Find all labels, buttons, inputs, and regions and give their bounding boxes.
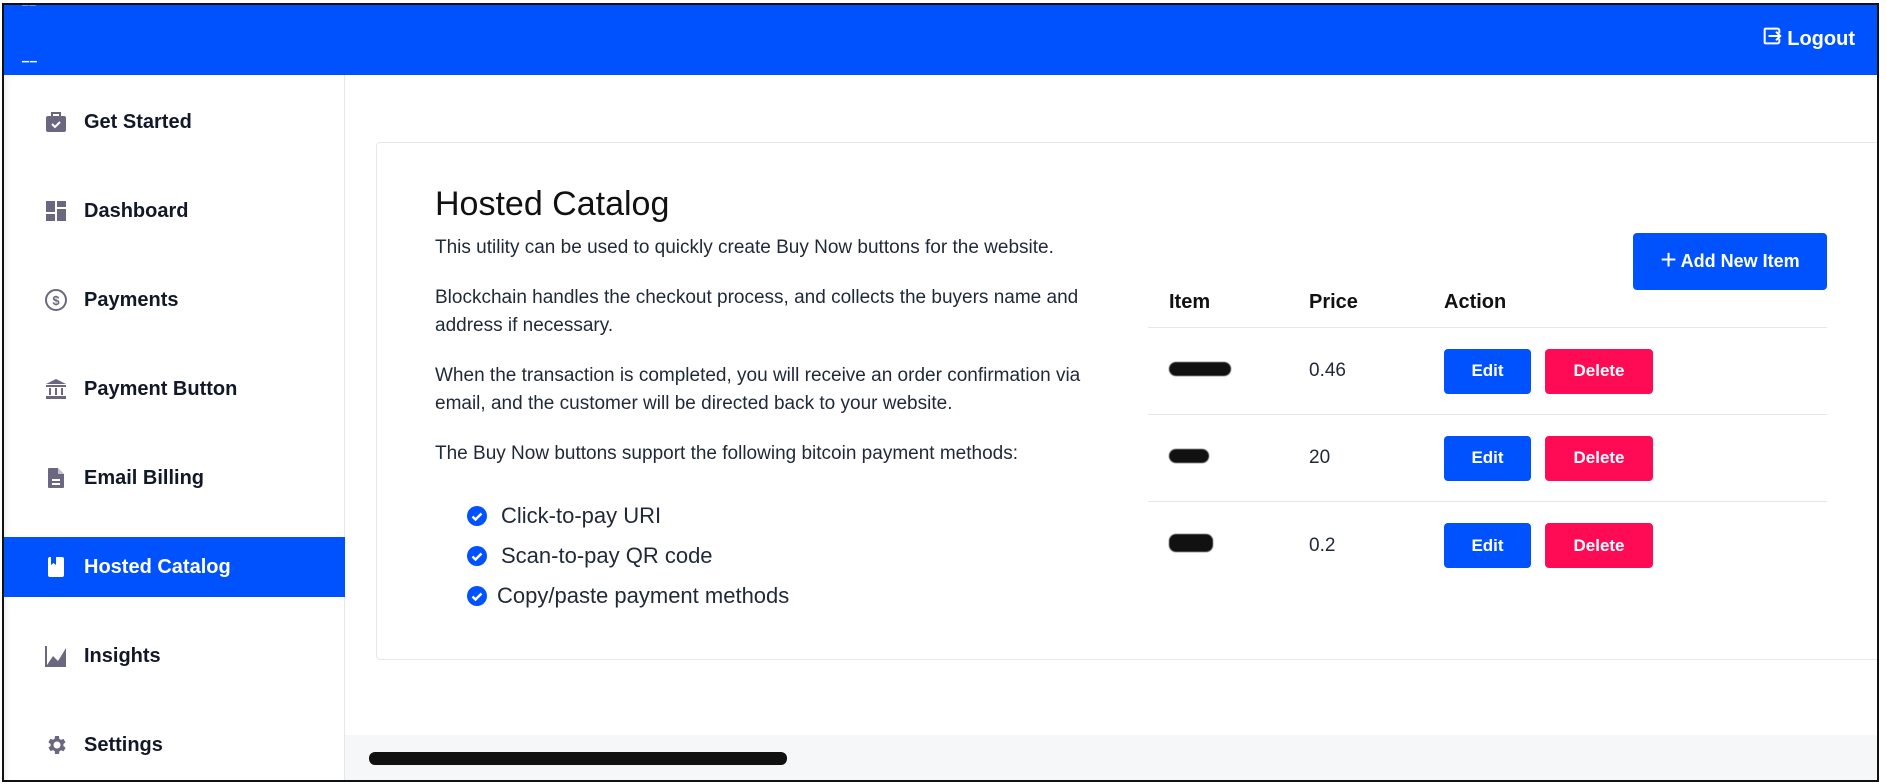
table-row: 0.2 Edit Delete <box>1148 502 1827 589</box>
payment-method-item: Scan-to-pay QR code <box>467 536 789 576</box>
payment-method-label: Click-to-pay URI <box>501 503 662 528</box>
sidebar-item-email-billing[interactable]: Email Billing <box>4 448 345 508</box>
methods-intro-paragraph: The Buy Now buttons support the followin… <box>435 443 1018 464</box>
table-header: Item Price Action <box>1148 278 1827 328</box>
table-row: 0.46 Edit Delete <box>1148 328 1827 415</box>
sidebar-item-label: Payment Button <box>84 377 238 400</box>
main-content: Hosted Catalog This utility can be used … <box>345 75 1877 780</box>
plus-icon: + <box>1660 243 1677 275</box>
sidebar-item-hosted-catalog[interactable]: Hosted Catalog <box>4 537 345 597</box>
check-circle-icon <box>467 506 487 526</box>
logout-icon <box>1761 25 1783 53</box>
confirmation-paragraph: When the transaction is completed, you w… <box>435 365 1081 414</box>
item-name <box>1148 447 1309 469</box>
logout-label: Logout <box>1787 27 1855 50</box>
edit-button[interactable]: Edit <box>1444 435 1531 481</box>
redacted-item-name <box>1169 362 1231 376</box>
sidebar-item-label: Hosted Catalog <box>84 555 231 578</box>
delete-button[interactable]: Delete <box>1545 523 1653 568</box>
item-price: 0.46 <box>1309 360 1346 381</box>
check-circle-icon <box>467 546 487 566</box>
sidebar-item-label: Dashboard <box>84 199 189 222</box>
table-row: 20 Edit Delete <box>1148 415 1827 502</box>
sidebar-item-dashboard[interactable]: Dashboard <box>4 181 345 241</box>
hosted-catalog-card: Hosted Catalog This utility can be used … <box>376 142 1877 660</box>
dollar-circle-icon: $ <box>44 288 68 312</box>
top-left-mark-lower: ▁▁ <box>22 52 38 62</box>
column-header-item: Item <box>1169 291 1211 313</box>
document-icon <box>44 466 68 490</box>
row-actions: Edit Delete <box>1444 523 1827 568</box>
dashboard-icon <box>44 199 68 223</box>
add-new-item-label: Add New Item <box>1680 251 1800 271</box>
column-header-price: Price <box>1309 291 1358 313</box>
payment-method-item: Click-to-pay URI <box>467 496 789 536</box>
redacted-item-name <box>1169 449 1209 463</box>
top-left-mark: ▀▀ <box>22 3 37 10</box>
sidebar-item-label: Payments <box>84 288 179 311</box>
sidebar-item-label: Email Billing <box>84 466 205 489</box>
sidebar-item-payment-button[interactable]: Payment Button <box>4 359 345 419</box>
item-name <box>1148 360 1309 382</box>
sidebar-item-insights[interactable]: Insights <box>4 626 345 686</box>
check-circle-icon <box>467 586 487 606</box>
gear-icon <box>44 733 68 757</box>
column-header-action: Action <box>1444 291 1507 313</box>
sidebar-item-label: Insights <box>84 644 161 667</box>
footer <box>345 735 1877 780</box>
sidebar-item-label: Get Started <box>84 110 192 133</box>
sidebar-item-payments[interactable]: $ Payments <box>4 270 345 330</box>
sidebar-item-get-started[interactable]: Get Started <box>4 92 345 152</box>
payment-methods-list: Click-to-pay URI Scan-to-pay QR code Cop… <box>467 496 789 616</box>
edit-button[interactable]: Edit <box>1444 523 1531 568</box>
bank-icon <box>44 377 68 401</box>
checkout-paragraph: Blockchain handles the checkout process,… <box>435 287 1079 336</box>
sidebar-item-settings[interactable]: Settings <box>4 715 345 775</box>
delete-button[interactable]: Delete <box>1545 435 1653 481</box>
sidebar-item-label: Settings <box>84 733 163 756</box>
payment-method-label: Scan-to-pay QR code <box>501 543 713 568</box>
top-bar: ▀▀ ▁▁ Logout <box>4 5 1877 75</box>
row-actions: Edit Delete <box>1444 348 1827 394</box>
delete-button[interactable]: Delete <box>1545 348 1653 394</box>
page-title: Hosted Catalog <box>435 185 670 223</box>
app-window: ▀▀ ▁▁ Logout Get Started Dashboard $ Pay… <box>2 3 1879 782</box>
intro-paragraph: This utility can be used to quickly crea… <box>435 237 1054 258</box>
item-name <box>1148 533 1309 558</box>
payment-method-label: Copy/paste payment methods <box>497 583 790 608</box>
sidebar: Get Started Dashboard $ Payments Payment… <box>4 75 345 780</box>
redacted-item-name <box>1169 533 1213 552</box>
item-price: 0.2 <box>1309 534 1336 556</box>
svg-text:$: $ <box>52 293 60 308</box>
row-actions: Edit Delete <box>1444 435 1827 481</box>
logout-button[interactable]: Logout <box>1761 25 1855 53</box>
chart-area-icon <box>44 644 68 668</box>
payment-method-item: Copy/paste payment methods <box>467 576 789 616</box>
bookmark-book-icon <box>44 555 68 579</box>
edit-button[interactable]: Edit <box>1444 348 1531 394</box>
item-price: 20 <box>1309 447 1331 468</box>
catalog-table: Item Price Action 0.46 Edit Delete 20 Ed… <box>1148 278 1827 589</box>
briefcase-check-icon <box>44 110 68 134</box>
footer-copyright-redacted <box>369 752 787 765</box>
